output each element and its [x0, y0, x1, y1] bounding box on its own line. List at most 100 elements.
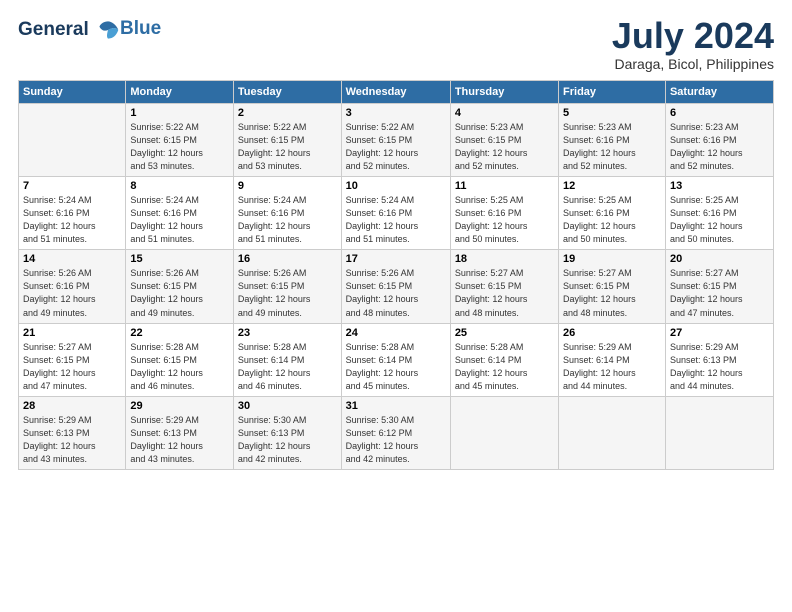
day-info: Sunrise: 5:28 AMSunset: 6:15 PMDaylight:… [130, 341, 229, 393]
calendar-cell: 24Sunrise: 5:28 AMSunset: 6:14 PMDayligh… [341, 323, 450, 396]
day-info: Sunrise: 5:30 AMSunset: 6:13 PMDaylight:… [238, 414, 337, 466]
day-number: 4 [455, 107, 554, 119]
col-wednesday: Wednesday [341, 81, 450, 104]
calendar-header-row: Sunday Monday Tuesday Wednesday Thursday… [19, 81, 774, 104]
week-row-4: 21Sunrise: 5:27 AMSunset: 6:15 PMDayligh… [19, 323, 774, 396]
calendar-cell: 4 Sunrise: 5:23 AMSunset: 6:15 PMDaylight… [450, 104, 558, 177]
day-number: 7 [23, 180, 121, 192]
week-row-5: 28Sunrise: 5:29 AMSunset: 6:13 PMDayligh… [19, 396, 774, 469]
calendar-cell: 18 Sunrise: 5:27 AMSunset: 6:15 PMDayligh… [450, 250, 558, 323]
day-number: 2 [238, 107, 337, 119]
day-number: 15 [130, 253, 229, 265]
day-info: Sunrise: 5:25 AMSunset: 6:16 PMDaylight:… [670, 194, 769, 246]
calendar-cell: 5Sunrise: 5:23 AMSunset: 6:16 PMDaylight… [559, 104, 666, 177]
calendar-cell: 11 Sunrise: 5:25 AMSunset: 6:16 PMDayligh… [450, 177, 558, 250]
calendar-cell: 20Sunrise: 5:27 AMSunset: 6:15 PMDayligh… [665, 250, 773, 323]
main-title: July 2024 [612, 18, 774, 54]
day-number: 20 [670, 253, 769, 265]
day-info: Sunrise: 5:23 AMSunset: 6:15 PMDaylight:… [455, 121, 554, 173]
day-info: Sunrise: 5:24 AMSunset: 6:16 PMDaylight:… [23, 194, 121, 246]
day-number: 6 [670, 107, 769, 119]
calendar-cell: 23 Sunrise: 5:28 AMSunset: 6:14 PMDayligh… [233, 323, 341, 396]
day-number: 9 [238, 180, 337, 192]
day-number: 17 [346, 253, 446, 265]
calendar-cell: 30 Sunrise: 5:30 AMSunset: 6:13 PMDayligh… [233, 396, 341, 469]
calendar-cell: 14 Sunrise: 5:26 AMSunset: 6:16 PMDayligh… [19, 250, 126, 323]
calendar-cell: 10 Sunrise: 5:24 AMSunset: 6:16 PMDayligh… [341, 177, 450, 250]
col-monday: Monday [126, 81, 234, 104]
page: General Blue July 2024 Daraga, Bicol, Ph… [0, 0, 792, 612]
title-block: July 2024 Daraga, Bicol, Philippines [612, 18, 774, 72]
day-number: 27 [670, 327, 769, 339]
day-number: 19 [563, 253, 661, 265]
calendar-cell: 2Sunrise: 5:22 AMSunset: 6:15 PMDaylight… [233, 104, 341, 177]
day-info: Sunrise: 5:23 AMSunset: 6:16 PMDaylight:… [670, 121, 769, 173]
calendar-cell: 6 Sunrise: 5:23 AMSunset: 6:16 PMDaylight… [665, 104, 773, 177]
calendar-cell: 29Sunrise: 5:29 AMSunset: 6:13 PMDayligh… [126, 396, 234, 469]
day-number: 23 [238, 327, 337, 339]
day-number: 10 [346, 180, 446, 192]
day-number: 16 [238, 253, 337, 265]
calendar-cell: 8Sunrise: 5:24 AMSunset: 6:16 PMDaylight… [126, 177, 234, 250]
calendar-cell: 1 Sunrise: 5:22 AMSunset: 6:15 PMDaylight… [126, 104, 234, 177]
day-info: Sunrise: 5:28 AMSunset: 6:14 PMDaylight:… [238, 341, 337, 393]
calendar-cell: 28Sunrise: 5:29 AMSunset: 6:13 PMDayligh… [19, 396, 126, 469]
day-info: Sunrise: 5:28 AMSunset: 6:14 PMDaylight:… [346, 341, 446, 393]
day-info: Sunrise: 5:25 AMSunset: 6:16 PMDaylight:… [563, 194, 661, 246]
logo: General Blue [18, 18, 161, 42]
col-saturday: Saturday [665, 81, 773, 104]
day-info: Sunrise: 5:25 AMSunset: 6:16 PMDaylight:… [455, 194, 554, 246]
calendar-cell [559, 396, 666, 469]
col-thursday: Thursday [450, 81, 558, 104]
calendar-cell [19, 104, 126, 177]
logo-bird-icon [96, 18, 120, 42]
day-info: Sunrise: 5:24 AMSunset: 6:16 PMDaylight:… [238, 194, 337, 246]
day-number: 26 [563, 327, 661, 339]
calendar-cell [665, 396, 773, 469]
calendar-table: Sunday Monday Tuesday Wednesday Thursday… [18, 80, 774, 470]
calendar-cell: 22 Sunrise: 5:28 AMSunset: 6:15 PMDayligh… [126, 323, 234, 396]
day-info: Sunrise: 5:24 AMSunset: 6:16 PMDaylight:… [130, 194, 229, 246]
calendar-cell: 3Sunrise: 5:22 AMSunset: 6:15 PMDaylight… [341, 104, 450, 177]
day-info: Sunrise: 5:26 AMSunset: 6:16 PMDaylight:… [23, 267, 121, 319]
day-info: Sunrise: 5:26 AMSunset: 6:15 PMDaylight:… [238, 267, 337, 319]
day-info: Sunrise: 5:22 AMSunset: 6:15 PMDaylight:… [130, 121, 229, 173]
day-number: 11 [455, 180, 554, 192]
week-row-2: 7 Sunrise: 5:24 AMSunset: 6:16 PMDaylight… [19, 177, 774, 250]
day-info: Sunrise: 5:29 AMSunset: 6:13 PMDaylight:… [23, 414, 121, 466]
col-tuesday: Tuesday [233, 81, 341, 104]
calendar-cell: 17Sunrise: 5:26 AMSunset: 6:15 PMDayligh… [341, 250, 450, 323]
day-info: Sunrise: 5:24 AMSunset: 6:16 PMDaylight:… [346, 194, 446, 246]
calendar-cell: 25 Sunrise: 5:28 AMSunset: 6:14 PMDayligh… [450, 323, 558, 396]
calendar-cell: 31Sunrise: 5:30 AMSunset: 6:12 PMDayligh… [341, 396, 450, 469]
day-info: Sunrise: 5:29 AMSunset: 6:13 PMDaylight:… [130, 414, 229, 466]
day-info: Sunrise: 5:29 AMSunset: 6:13 PMDaylight:… [670, 341, 769, 393]
calendar-cell: 16 Sunrise: 5:26 AMSunset: 6:15 PMDayligh… [233, 250, 341, 323]
day-number: 13 [670, 180, 769, 192]
week-row-1: 1 Sunrise: 5:22 AMSunset: 6:15 PMDaylight… [19, 104, 774, 177]
day-number: 21 [23, 327, 121, 339]
day-info: Sunrise: 5:27 AMSunset: 6:15 PMDaylight:… [455, 267, 554, 319]
day-info: Sunrise: 5:28 AMSunset: 6:14 PMDaylight:… [455, 341, 554, 393]
day-number: 30 [238, 400, 337, 412]
calendar-cell: 26 Sunrise: 5:29 AMSunset: 6:14 PMDayligh… [559, 323, 666, 396]
calendar-cell: 19 Sunrise: 5:27 AMSunset: 6:15 PMDayligh… [559, 250, 666, 323]
week-row-3: 14 Sunrise: 5:26 AMSunset: 6:16 PMDayligh… [19, 250, 774, 323]
day-number: 5 [563, 107, 661, 119]
day-info: Sunrise: 5:29 AMSunset: 6:14 PMDaylight:… [563, 341, 661, 393]
day-number: 1 [130, 107, 229, 119]
day-info: Sunrise: 5:26 AMSunset: 6:15 PMDaylight:… [130, 267, 229, 319]
day-number: 22 [130, 327, 229, 339]
calendar-cell: 9 Sunrise: 5:24 AMSunset: 6:16 PMDaylight… [233, 177, 341, 250]
day-number: 31 [346, 400, 446, 412]
col-sunday: Sunday [19, 81, 126, 104]
calendar-cell: 21Sunrise: 5:27 AMSunset: 6:15 PMDayligh… [19, 323, 126, 396]
day-number: 14 [23, 253, 121, 265]
calendar-cell: 15 Sunrise: 5:26 AMSunset: 6:15 PMDayligh… [126, 250, 234, 323]
col-friday: Friday [559, 81, 666, 104]
day-number: 18 [455, 253, 554, 265]
logo-blue: Blue [120, 18, 161, 40]
day-number: 25 [455, 327, 554, 339]
day-info: Sunrise: 5:27 AMSunset: 6:15 PMDaylight:… [563, 267, 661, 319]
day-number: 3 [346, 107, 446, 119]
